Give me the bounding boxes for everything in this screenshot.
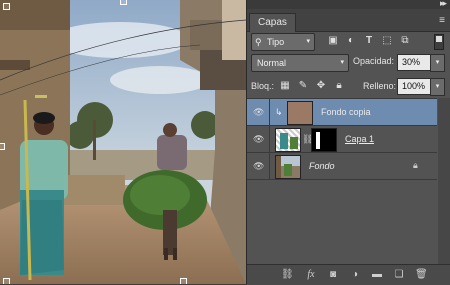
smart-object-filter-icon[interactable]: ⧉: [399, 35, 411, 47]
layer-row-fondo-copia[interactable]: 👁︎ ↳ Fondo copia: [247, 98, 437, 125]
transform-handle-left[interactable]: [0, 143, 5, 150]
blend-mode-select[interactable]: Normal ▾: [251, 54, 349, 72]
search-icon: ⚲: [255, 37, 262, 47]
fill-slider-button[interactable]: ▾: [430, 78, 445, 96]
opacity-input[interactable]: 30%: [397, 54, 431, 71]
fill-input[interactable]: 100%: [397, 78, 431, 95]
transform-handle-top-left[interactable]: [3, 3, 10, 10]
fill-label: Relleno:: [363, 81, 397, 91]
adjustment-layer-icon[interactable]: ◑: [349, 269, 361, 281]
opacity-slider-button[interactable]: ▾: [430, 54, 445, 72]
layer-thumbnail-image: [280, 133, 298, 149]
layer-name[interactable]: Fondo: [309, 161, 335, 171]
lock-row: Bloq.: ▦ ✎ ✥ 🔒︎ Relleno: 100% ▾: [247, 76, 450, 98]
add-mask-icon[interactable]: ◙: [327, 269, 339, 281]
layer-thumbnail[interactable]: [275, 155, 301, 179]
divider: [269, 153, 270, 179]
new-layer-icon[interactable]: ❏: [393, 269, 405, 281]
layers-panel: ▸▸ Capas ≡ ⚲ Tipo ▾ ▣ ◐ T ⬚ ⧉ Normal ▾ O…: [246, 0, 450, 285]
clipping-arrow-icon: ↳: [275, 107, 283, 117]
layer-row-capa-1[interactable]: 👁︎ ⛓︎ Capa 1: [247, 125, 437, 152]
blend-mode-value: Normal: [257, 58, 287, 68]
lock-paint-icon[interactable]: ✎: [297, 80, 309, 92]
layer-thumbnail[interactable]: [275, 128, 301, 152]
photo-image: [0, 0, 246, 284]
filter-type-select[interactable]: ⚲ Tipo ▾: [251, 33, 315, 51]
layer-name[interactable]: Fondo copia: [321, 107, 371, 117]
layer-name[interactable]: Capa 1: [345, 134, 374, 144]
visibility-eye-icon[interactable]: 👁︎: [253, 107, 264, 118]
panel-menu-icon[interactable]: ≡: [439, 15, 445, 26]
new-group-icon[interactable]: ▬: [371, 269, 383, 281]
panel-tab-bar: Capas ≡: [247, 9, 450, 32]
lock-position-icon[interactable]: ✥: [315, 80, 327, 92]
trash-icon[interactable]: 🗑︎: [415, 269, 428, 281]
layer-mask-thumbnail[interactable]: [311, 128, 337, 152]
visibility-eye-icon[interactable]: 👁︎: [253, 161, 264, 172]
filter-toggle-switch[interactable]: [434, 34, 444, 50]
divider: [269, 126, 270, 152]
transform-handle-top[interactable]: [120, 0, 127, 5]
lock-label: Bloq.:: [251, 81, 275, 91]
lock-all-icon[interactable]: 🔒︎: [333, 80, 345, 92]
shape-filter-icon[interactable]: ⬚: [381, 35, 393, 47]
visibility-eye-icon[interactable]: 👁︎: [253, 134, 264, 145]
panel-collapse-bar[interactable]: ▸▸: [247, 0, 450, 9]
layer-row-fondo[interactable]: 👁︎ Fondo 🔒︎: [247, 152, 437, 180]
blend-row: Normal ▾ Opacidad: 30% ▾: [247, 52, 450, 74]
type-filter-icon[interactable]: T: [363, 35, 375, 47]
layers-bottom-toolbar: ⛓︎ fx ◙ ◑ ▬ ❏ 🗑︎: [247, 264, 450, 285]
mask-shape: [316, 132, 320, 149]
link-layers-icon[interactable]: ⛓︎: [281, 269, 294, 281]
lock-icon: 🔒︎: [413, 160, 418, 170]
adjustment-filter-icon[interactable]: ◐: [345, 35, 357, 47]
image-filter-icon[interactable]: ▣: [327, 35, 339, 47]
double-chevron-right-icon[interactable]: ▸▸: [440, 0, 447, 9]
filter-type-value: Tipo: [267, 37, 285, 47]
opacity-label: Opacidad:: [353, 56, 395, 66]
layer-thumbnail-image: [276, 156, 300, 178]
transform-handle-bottom[interactable]: [180, 278, 187, 284]
transform-handle-bottom-left[interactable]: [3, 278, 10, 284]
chevron-down-icon: ▾: [306, 38, 310, 45]
divider: [269, 99, 270, 125]
document-canvas[interactable]: [0, 0, 246, 284]
lock-transparent-icon[interactable]: ▦: [279, 80, 291, 92]
chevron-down-icon: ▾: [340, 59, 344, 66]
layer-thumbnail[interactable]: [287, 101, 313, 125]
tab-capas[interactable]: Capas: [249, 13, 296, 32]
layers-scrollbar[interactable]: [438, 98, 450, 264]
fx-icon[interactable]: fx: [305, 269, 317, 281]
